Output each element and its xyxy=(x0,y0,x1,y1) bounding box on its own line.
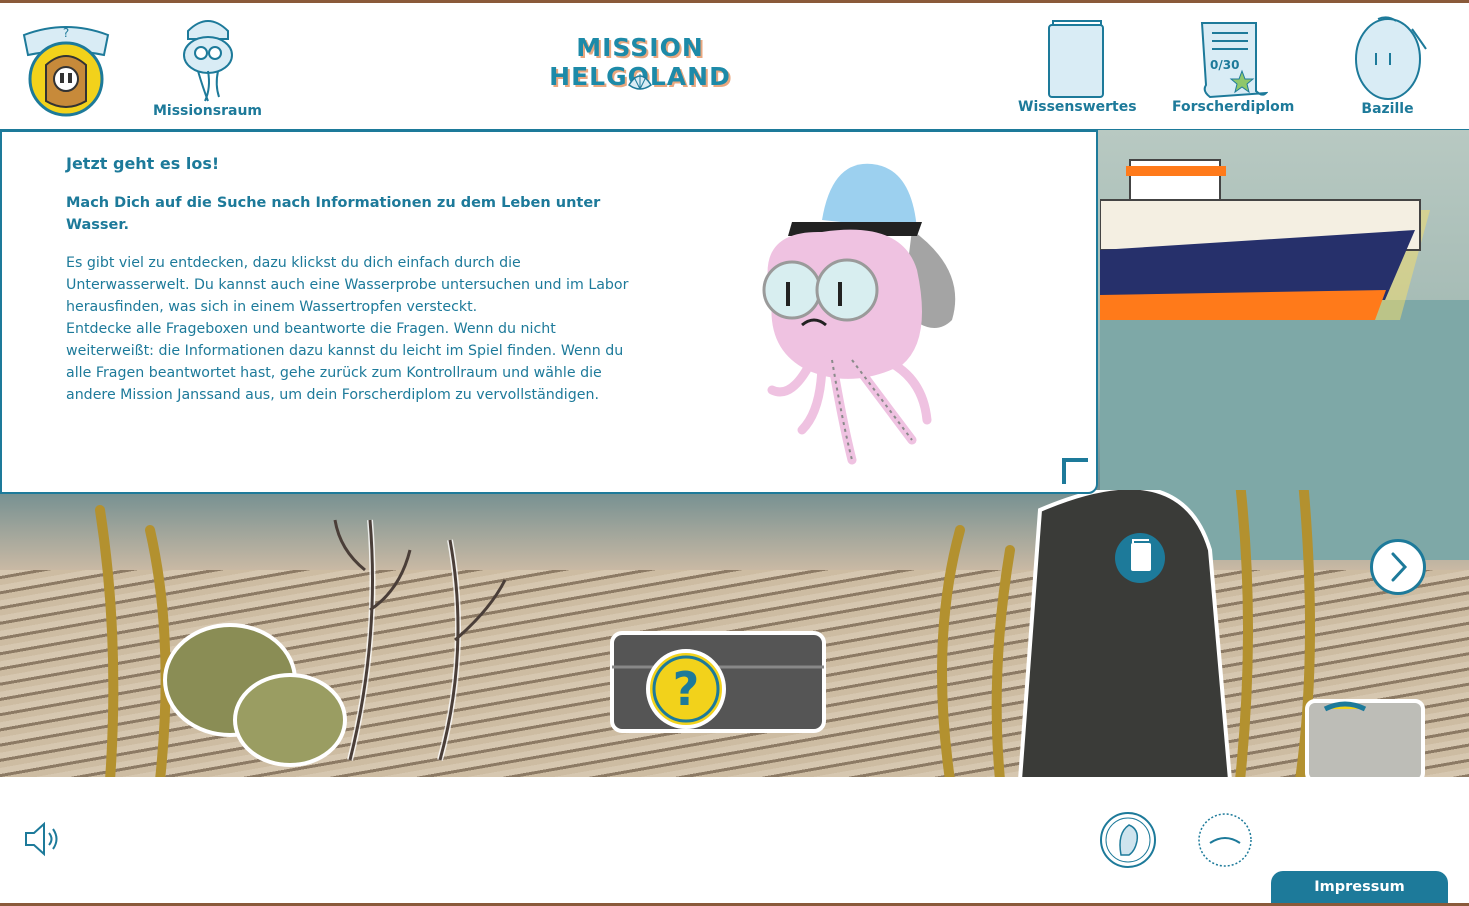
question-box[interactable]: ? xyxy=(608,627,833,737)
nav-missionsraum[interactable]: Missionsraum xyxy=(150,13,265,119)
nav-wissenswertes[interactable]: Wissenswertes xyxy=(1018,19,1137,115)
book-icon xyxy=(1047,20,1104,98)
dialog-heading: Jetzt geht es los! xyxy=(66,154,220,173)
dialog-subheading: Mach Dich auf die Suche nach Information… xyxy=(66,195,601,233)
institute-seal-logo[interactable] xyxy=(1196,811,1254,869)
nav-forscherdiplom-label: Forscherdiplom xyxy=(1172,99,1295,115)
next-scene-button[interactable] xyxy=(1370,539,1426,595)
jellyfish-captain-icon xyxy=(182,20,233,102)
nav-bazille[interactable]: Bazille xyxy=(1350,13,1427,117)
shell-icon xyxy=(627,74,653,90)
treasure-chest-partial[interactable] xyxy=(1305,695,1425,777)
chevron-right-icon xyxy=(1391,552,1408,582)
book-icon xyxy=(1131,539,1151,571)
question-mark-text: ? xyxy=(673,662,700,716)
speaker-icon[interactable] xyxy=(22,819,62,859)
bacillus-icon xyxy=(1355,16,1427,100)
intro-dialog: Jetzt geht es los! Mach Dich auf die Suc… xyxy=(0,130,1098,494)
jellyfish-captain-character xyxy=(762,163,956,465)
diver-helmet-icon: ? xyxy=(22,26,110,117)
nav-missionsraum-label: Missionsraum xyxy=(152,103,263,119)
treasure-chest-icon: ? xyxy=(610,631,826,733)
dialog-collapse-corner[interactable] xyxy=(1062,458,1088,484)
minerva-seal-logo[interactable] xyxy=(1099,811,1157,869)
footer-bar xyxy=(0,777,1469,903)
diploma-progress-text: 0/30 xyxy=(1210,58,1239,72)
svg-text:?: ? xyxy=(63,26,69,40)
diploma-scroll-icon: 0/30 xyxy=(1200,22,1268,99)
header-bar: ? Missionsraum MISSION HELGOLAND Wissens… xyxy=(0,3,1469,130)
nav-forscherdiplom[interactable]: 0/30 Forscherdiplom xyxy=(1172,19,1295,115)
dialog-body-text: Es gibt viel zu entdecken, dazu klickst … xyxy=(66,255,629,403)
research-ship xyxy=(1100,159,1430,320)
diver-avatar[interactable]: ? xyxy=(20,17,112,117)
wissenswertes-book-button[interactable] xyxy=(1115,533,1165,583)
nav-wissenswertes-label: Wissenswertes xyxy=(1018,99,1137,115)
impressum-tab[interactable]: Impressum xyxy=(1271,871,1448,903)
nav-bazille-label: Bazille xyxy=(1361,101,1414,117)
